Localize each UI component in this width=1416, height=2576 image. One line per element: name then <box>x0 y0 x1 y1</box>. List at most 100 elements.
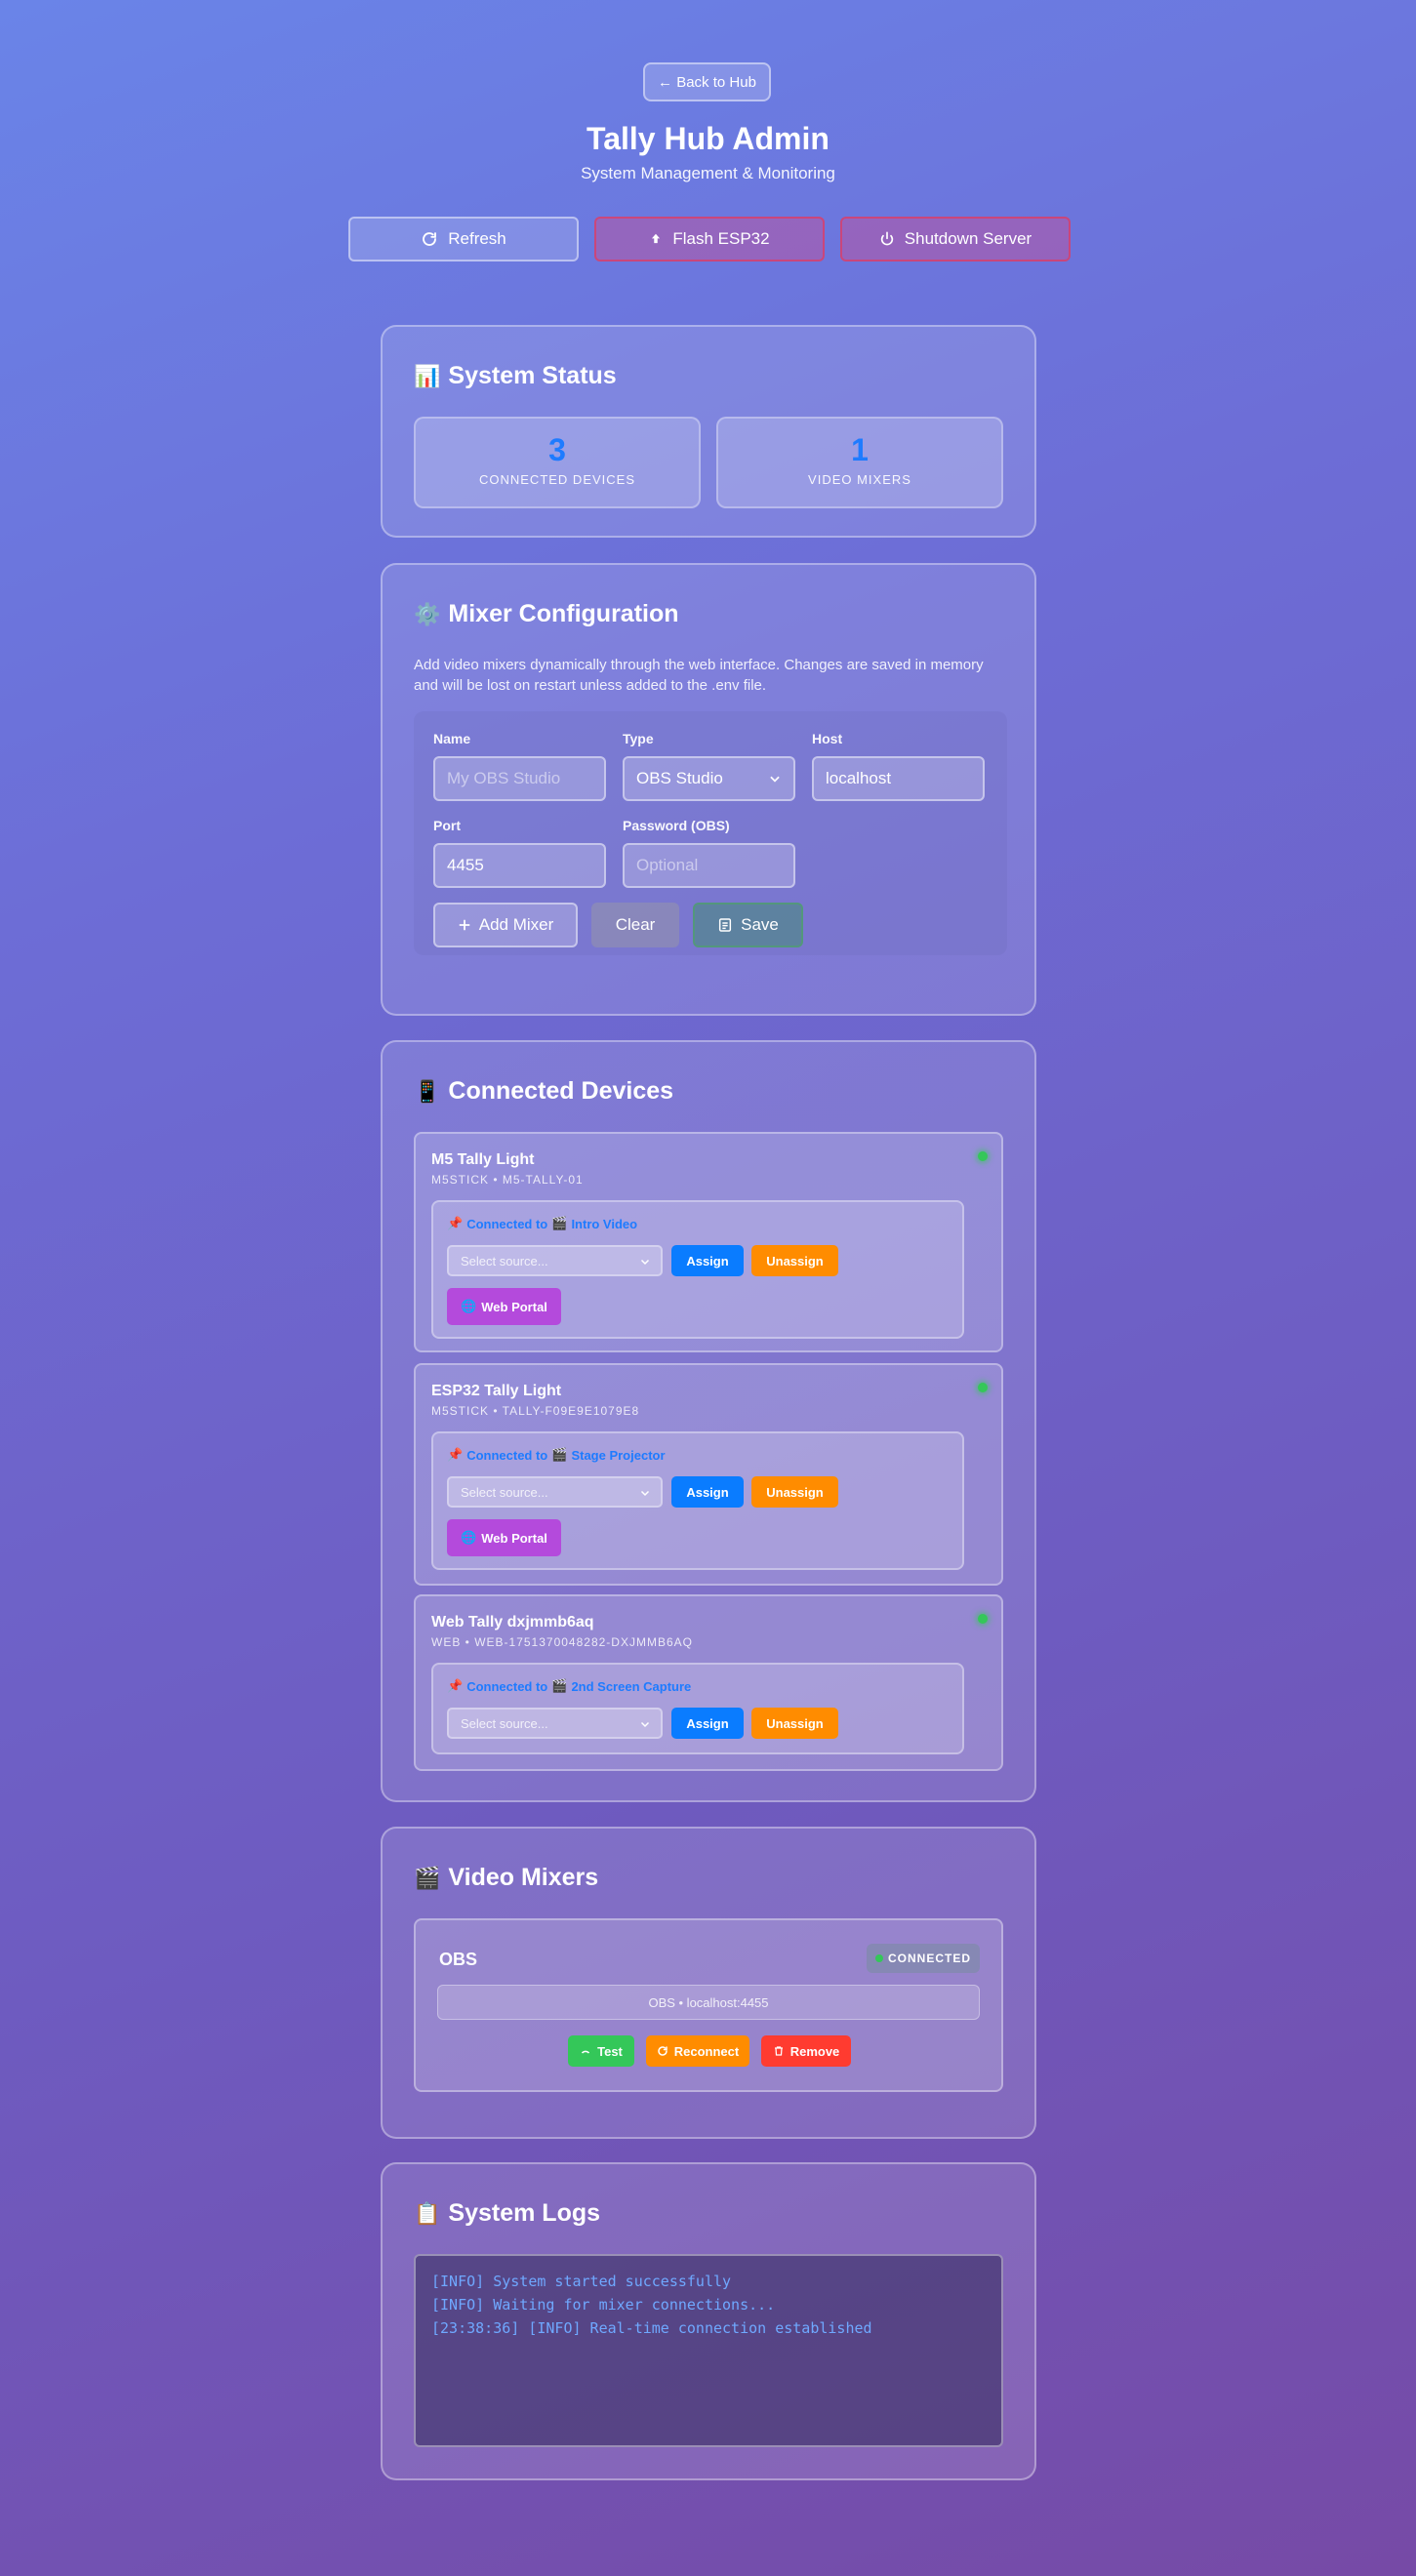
web-portal-label: Web Portal <box>481 1299 547 1314</box>
mixers-title: 🎬 Video Mixers <box>414 1864 598 1892</box>
chevron-down-icon <box>770 776 780 783</box>
mixer-name-input[interactable]: My OBS Studio <box>433 756 606 801</box>
mixer-form: Name My OBS Studio Type OBS Studio Host … <box>414 711 1007 955</box>
devices-heading: Connected Devices <box>448 1077 674 1105</box>
chart-icon: 📊 <box>414 363 441 388</box>
status-text: CONNECTED <box>887 1952 971 1965</box>
mixer-host-input[interactable]: localhost <box>812 756 985 801</box>
assign-button[interactable]: Assign <box>671 1245 744 1276</box>
shutdown-label: Shutdown Server <box>904 229 1032 248</box>
test-label: Test <box>597 2043 623 2059</box>
name-label: Name <box>433 731 471 746</box>
plus-icon <box>459 919 469 931</box>
assign-button[interactable]: Assign <box>671 1708 744 1739</box>
stat-label: CONNECTED DEVICES <box>478 472 636 487</box>
port-label: Port <box>433 818 461 833</box>
connection-status: 📌 Connected to 🎬 2nd Screen Capture <box>447 1678 691 1694</box>
pin-icon: 📌 <box>447 1447 464 1462</box>
mixer-password-input[interactable]: Optional <box>623 843 795 888</box>
reconnect-label: Reconnect <box>673 2043 740 2059</box>
refresh-icon <box>658 2046 668 2056</box>
refresh-label: Refresh <box>448 229 506 248</box>
device-card: ESP32 Tally Light M5STICK • TALLY-F09E9E… <box>414 1363 1003 1586</box>
mixer-port-input[interactable]: 4455 <box>433 843 606 888</box>
connected-source: 2nd Screen Capture <box>571 1678 692 1694</box>
connected-prefix: Connected to <box>466 1447 548 1463</box>
status-dot <box>874 1954 883 1962</box>
device-assignment-panel: 📌 Connected to 🎬 Intro Video Select sour… <box>431 1200 964 1339</box>
unassign-button[interactable]: Unassign <box>751 1476 838 1508</box>
upload-icon <box>652 233 661 244</box>
web-portal-button[interactable]: 🌐 Web Portal <box>447 1519 561 1556</box>
connected-devices-card: 📱 Connected Devices M5 Tally Light M5STI… <box>381 1040 1036 1802</box>
unassign-button[interactable]: Unassign <box>751 1708 838 1739</box>
stat-value: 1 <box>851 432 869 467</box>
flash-label: Flash ESP32 <box>672 229 770 248</box>
stat-video-mixers: 1 VIDEO MIXERS <box>716 417 1003 508</box>
device-card: Web Tally dxjmmb6aq WEB • WEB-1751370048… <box>414 1594 1003 1771</box>
connected-source: Stage Projector <box>571 1447 666 1463</box>
online-indicator <box>978 1151 988 1161</box>
power-icon <box>880 231 893 246</box>
pin-icon: 📌 <box>447 1216 464 1230</box>
add-mixer-button[interactable]: Add Mixer <box>433 903 578 947</box>
mixer-config-heading: Mixer Configuration <box>448 600 679 627</box>
phone-icon: 📱 <box>414 1078 441 1104</box>
log-output[interactable]: [INFO] System started successfully [INFO… <box>414 2254 1003 2447</box>
web-portal-label: Web Portal <box>481 1530 547 1546</box>
source-select[interactable]: Select source... <box>447 1245 663 1276</box>
source-select-placeholder: Select source... <box>461 1484 548 1500</box>
system-status-card: 📊 System Status 3 CONNECTED DEVICES 1 VI… <box>381 325 1036 538</box>
remove-button[interactable]: Remove <box>761 2035 851 2067</box>
chevron-down-icon <box>640 1721 650 1728</box>
device-card: M5 Tally Light M5STICK • M5-TALLY-01 📌 C… <box>414 1132 1003 1352</box>
refresh-button[interactable]: Refresh <box>348 217 579 262</box>
clear-label: Clear <box>615 915 656 934</box>
mixer-configuration-card: ⚙️ Mixer Configuration Add video mixers … <box>381 563 1036 1016</box>
chevron-down-icon <box>640 1259 650 1266</box>
clapper-icon: 🎬 <box>414 1865 441 1890</box>
shutdown-server-button[interactable]: Shutdown Server <box>840 217 1071 262</box>
chevron-down-icon <box>640 1490 650 1497</box>
pin-icon: 📌 <box>447 1678 464 1693</box>
device-name: ESP32 Tally Light <box>431 1383 562 1399</box>
source-select[interactable]: Select source... <box>447 1708 663 1739</box>
clapper-icon: 🎬 <box>551 1447 568 1462</box>
log-line: [INFO] System started successfully <box>431 2273 732 2290</box>
back-to-hub-button[interactable]: ← Back to Hub <box>643 62 771 101</box>
top-actions: Refresh Flash ESP32 Shutdown Server <box>348 217 1071 262</box>
system-status-heading: System Status <box>448 362 617 389</box>
connected-prefix: Connected to <box>466 1216 548 1231</box>
log-line: [INFO] Waiting for mixer connections... <box>431 2296 776 2314</box>
save-icon <box>719 918 732 932</box>
assign-button[interactable]: Assign <box>671 1476 744 1508</box>
mixer-type-select[interactable]: OBS Studio <box>623 756 795 801</box>
connected-prefix: Connected to <box>466 1678 548 1694</box>
flash-esp32-button[interactable]: Flash ESP32 <box>594 217 825 262</box>
logs-title: 📋 System Logs <box>414 2199 600 2228</box>
mixer-host: OBS • localhost:4455 <box>437 1985 980 2020</box>
device-subtitle: M5STICK • TALLY-F09E9E1079E8 <box>431 1404 640 1418</box>
device-assignment-panel: 📌 Connected to 🎬 2nd Screen Capture Sele… <box>431 1663 964 1754</box>
video-mixers-card: 🎬 Video Mixers OBS CONNECTED OBS • local… <box>381 1827 1036 2139</box>
clapper-icon: 🎬 <box>551 1216 568 1230</box>
page-subtitle: System Management & Monitoring <box>581 164 835 182</box>
devices-title: 📱 Connected Devices <box>414 1077 673 1106</box>
clipboard-icon: 📋 <box>414 2200 441 2226</box>
host-label: Host <box>812 731 843 746</box>
online-indicator <box>978 1383 988 1392</box>
clear-button[interactable]: Clear <box>591 903 679 947</box>
connection-status: 📌 Connected to 🎬 Stage Projector <box>447 1447 666 1463</box>
mixers-heading: Video Mixers <box>448 1864 599 1891</box>
web-portal-button[interactable]: 🌐 Web Portal <box>447 1288 561 1325</box>
log-line: [23:38:36] [INFO] Real-time connection e… <box>431 2319 872 2337</box>
test-button[interactable]: Test <box>568 2035 634 2067</box>
system-status-title: 📊 System Status <box>414 362 617 390</box>
source-select[interactable]: Select source... <box>447 1476 663 1508</box>
clapper-icon: 🎬 <box>551 1678 568 1693</box>
unassign-button[interactable]: Unassign <box>751 1245 838 1276</box>
password-label: Password (OBS) <box>623 818 730 833</box>
device-assignment-panel: 📌 Connected to 🎬 Stage Projector Select … <box>431 1431 964 1570</box>
reconnect-button[interactable]: Reconnect <box>646 2035 749 2067</box>
save-button[interactable]: Save <box>693 903 803 947</box>
